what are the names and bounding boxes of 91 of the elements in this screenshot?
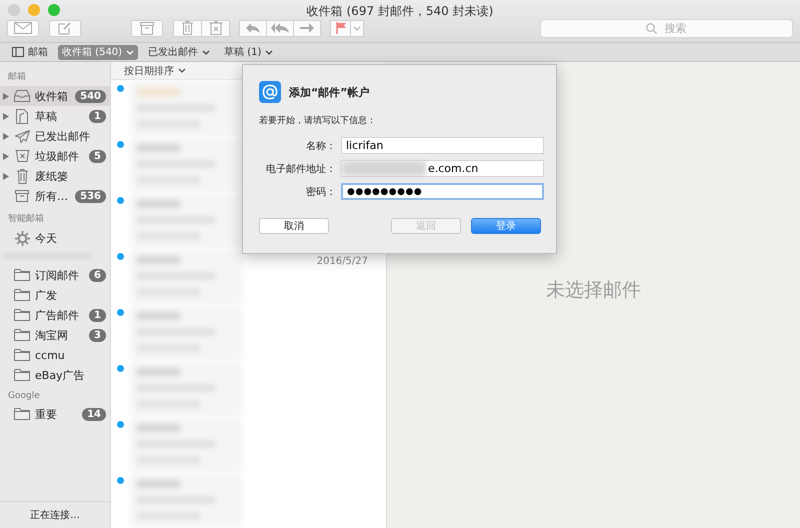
- folder-icon: [14, 329, 30, 341]
- folder-icon: [14, 289, 30, 301]
- search-icon: [646, 22, 657, 34]
- folder-icon: [14, 309, 30, 321]
- junk-tray-icon: [14, 150, 30, 162]
- mailboxes-toggle-button[interactable]: 邮箱: [8, 44, 52, 60]
- chevron-down-icon: [178, 68, 186, 73]
- mailbox-item[interactable]: 所有… 536: [0, 186, 110, 206]
- junk-bin-icon: [208, 21, 222, 35]
- chevron-down-icon: [202, 50, 210, 54]
- window-title: 收件箱 (697 封邮件，540 封未读): [306, 3, 494, 20]
- favorite-mailbox-button[interactable]: 已发出邮件: [144, 44, 214, 60]
- minimize-window-button[interactable]: [28, 4, 40, 16]
- unread-count: 3: [89, 328, 106, 342]
- compose-button[interactable]: [49, 20, 81, 36]
- disclosure-triangle-icon[interactable]: [3, 152, 9, 160]
- folder-icon: [14, 408, 30, 420]
- get-mail-button[interactable]: [7, 20, 39, 36]
- document-icon: [16, 108, 28, 124]
- archive-box-icon: [140, 22, 154, 34]
- unread-count: 5: [89, 150, 106, 162]
- trash-icon: [182, 21, 193, 35]
- delete-button[interactable]: [173, 20, 202, 36]
- message-date: 2016/5/27: [316, 256, 368, 267]
- mailbox-item[interactable]: 废纸篓: [0, 166, 110, 186]
- reply-all-arrow-icon: [271, 23, 289, 33]
- field-label: 电子邮件地址：: [265, 162, 337, 176]
- mailbox-item[interactable]: 淘宝网 3: [0, 325, 110, 345]
- sidebar-icon: [12, 47, 24, 57]
- folder-icon: [14, 369, 30, 381]
- folder-icon: [14, 349, 30, 361]
- mailbox-item[interactable]: 收件箱 540: [0, 86, 110, 106]
- field-label: 名称：: [305, 140, 337, 152]
- pencil-square-icon: [58, 21, 72, 35]
- trash-icon: [16, 168, 28, 184]
- disclosure-triangle-icon[interactable]: [3, 112, 9, 120]
- close-window-button[interactable]: [8, 4, 20, 16]
- dialog-instructions: 若要开始，请填写以下信息：: [259, 114, 377, 127]
- reply-arrow-icon: [246, 23, 260, 33]
- unread-count: 6: [89, 268, 106, 282]
- right-arrow-icon: [300, 23, 314, 33]
- disclosure-triangle-icon[interactable]: [3, 172, 9, 180]
- paper-plane-icon: [14, 130, 30, 142]
- flag-icon: [336, 22, 346, 34]
- junk-button[interactable]: [201, 20, 230, 36]
- mailbox-item[interactable]: 草稿 1: [0, 106, 110, 126]
- sort-menu[interactable]: 按日期排序: [124, 64, 186, 78]
- no-message-selected-text: 未选择邮件: [546, 278, 641, 303]
- folder-icon: [14, 269, 30, 281]
- dialog-title: 添加“邮件”帐户: [289, 84, 370, 100]
- mailbox-item[interactable]: 重要 14: [0, 404, 110, 424]
- unread-count: 540: [75, 90, 106, 102]
- reply-button[interactable]: [239, 20, 267, 36]
- forward-button[interactable]: [293, 20, 321, 36]
- flag-button[interactable]: [330, 20, 351, 36]
- input-field[interactable]: licrifan: [341, 137, 544, 154]
- chevron-down-icon: [353, 26, 361, 30]
- unread-count: 536: [75, 190, 106, 202]
- section-heading: Google: [7, 390, 41, 403]
- mailbox-item[interactable]: 广发: [0, 285, 110, 305]
- search-field[interactable]: 搜索: [540, 18, 793, 38]
- mailbox-item[interactable]: 垃圾邮件 5: [0, 146, 110, 166]
- mailbox-item[interactable]: 广告邮件 1: [0, 305, 110, 325]
- dialog-button[interactable]: 取消: [259, 218, 329, 234]
- archive-button[interactable]: [131, 20, 163, 36]
- flag-menu-button[interactable]: [350, 20, 364, 36]
- section-heading: 邮箱: [7, 70, 27, 84]
- favorite-mailbox-button[interactable]: 草稿 (1): [220, 44, 278, 60]
- disclosure-triangle-icon[interactable]: [3, 132, 9, 140]
- mailbox-item[interactable]: ccmu: [0, 345, 110, 365]
- zoom-window-button[interactable]: [48, 4, 60, 16]
- unread-count: 1: [89, 110, 106, 122]
- archive-box-icon: [15, 190, 29, 202]
- unread-count: 1: [89, 308, 106, 322]
- reply-all-button[interactable]: [266, 20, 294, 36]
- mailbox-item[interactable]: 已发出邮件: [0, 126, 110, 146]
- connection-status: 正在连接...: [0, 501, 110, 528]
- field-label: 密码：: [305, 186, 337, 198]
- mailbox-item[interactable]: eBay广告: [0, 365, 110, 385]
- inbox-tray-icon: [14, 90, 30, 102]
- disclosure-triangle-icon[interactable]: [3, 92, 9, 100]
- chevron-down-icon: [126, 50, 134, 54]
- gear-icon: [14, 230, 30, 246]
- envelope-icon: [14, 22, 32, 34]
- input-field[interactable]: ●●●●●●●●●: [341, 183, 544, 200]
- at-sign-icon: [259, 81, 281, 103]
- mailbox-item[interactable]: 订阅邮件 6: [0, 265, 110, 285]
- section-heading: 智能邮箱: [7, 212, 45, 226]
- chevron-down-icon: [265, 50, 274, 54]
- unread-count: 14: [82, 408, 106, 420]
- mailbox-item[interactable]: 今天: [0, 228, 110, 248]
